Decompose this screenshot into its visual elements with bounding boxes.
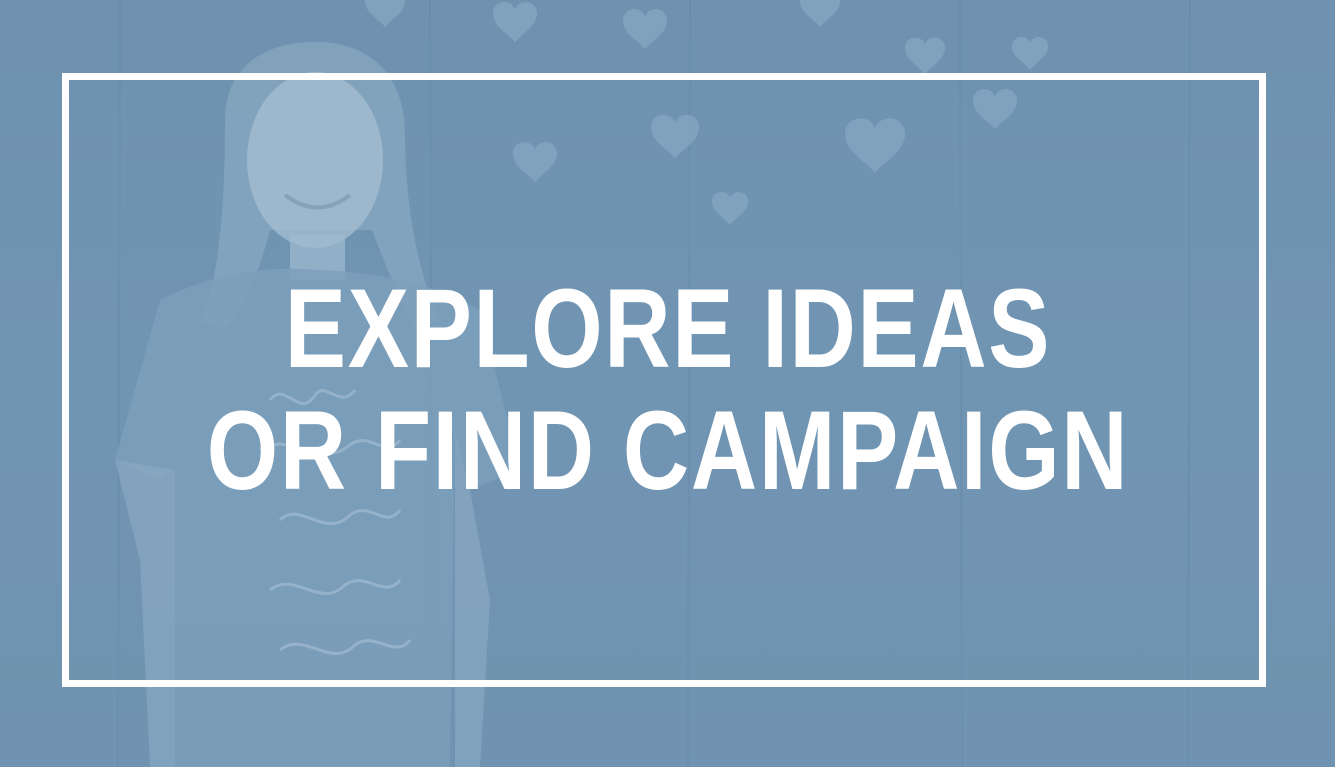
headline-line-1: EXPLORE IDEAS: [284, 266, 1052, 391]
headline[interactable]: EXPLORE IDEAS OR FIND CAMPAIGN: [171, 268, 1165, 512]
promo-banner[interactable]: EXPLORE IDEAS OR FIND CAMPAIGN: [0, 0, 1335, 767]
headline-line-2: OR FIND CAMPAIGN: [206, 388, 1130, 513]
